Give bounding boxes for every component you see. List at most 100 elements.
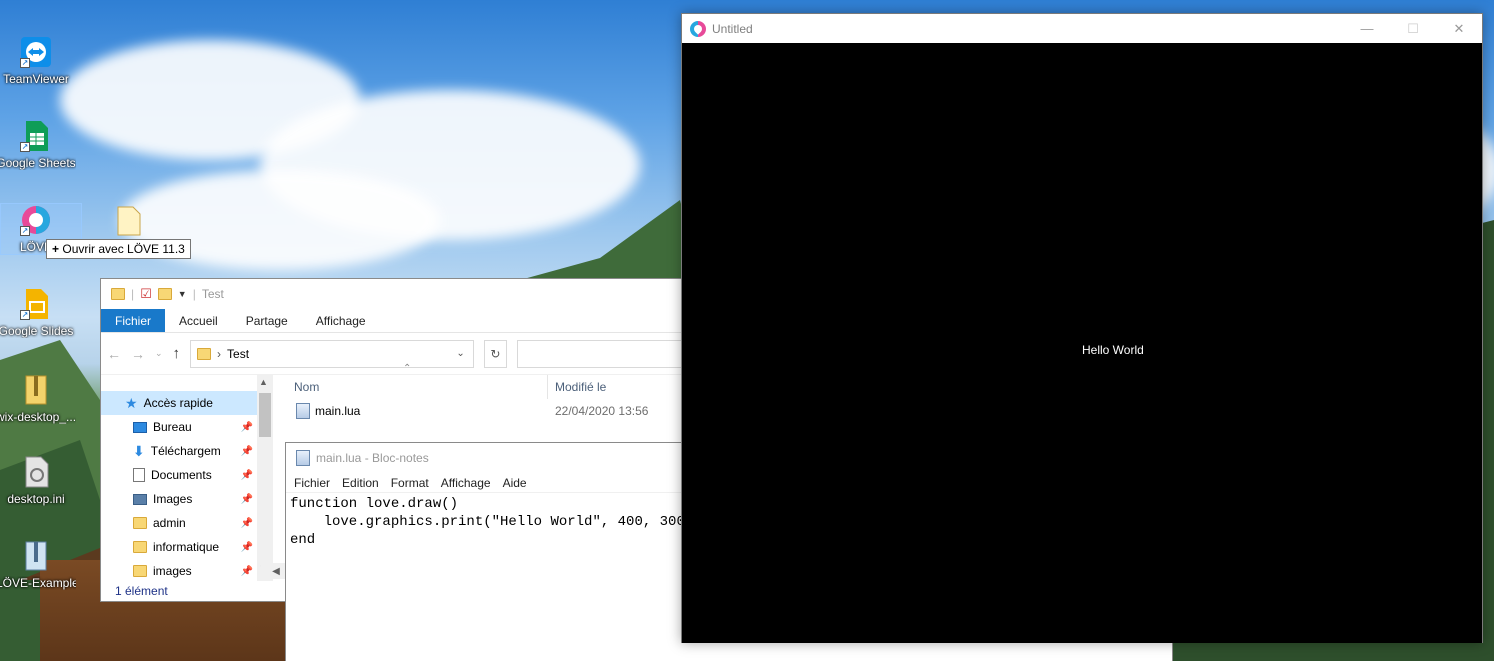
refresh-button[interactable]: ↻ — [483, 339, 508, 368]
nav-item-documents[interactable]: Documents 📌 — [101, 463, 257, 487]
ribbon-tabs: Fichier Accueil Partage Affichage — [101, 309, 689, 333]
desktop-icon — [133, 421, 147, 433]
menu-format[interactable]: Format — [385, 476, 435, 490]
address-dropdown-icon[interactable]: ⌄ — [456, 348, 464, 359]
nav-item-quick-access[interactable]: ★ Accès rapide — [101, 391, 257, 415]
nav-item-bureau[interactable]: Bureau 📌 — [101, 415, 257, 439]
desktop-icon-label: wix-desktop_... — [0, 410, 76, 424]
nav-item-images[interactable]: Images 📌 — [101, 487, 257, 511]
folder-icon — [133, 541, 147, 553]
love-titlebar[interactable]: Untitled — ☐ ✕ — [682, 14, 1482, 43]
hello-world-text: Hello World — [1082, 343, 1144, 357]
desktop-icon-wix-desktop[interactable]: wix-desktop_... — [0, 374, 76, 424]
drag-tooltip-text: Ouvrir avec LÖVE 11.3 — [62, 242, 185, 256]
sort-ascending-icon: ⌃ — [403, 363, 412, 374]
nav-item-label: Accès rapide — [143, 396, 213, 410]
nav-item-label: Bureau — [153, 420, 192, 434]
new-folder-icon[interactable] — [157, 288, 172, 300]
teamviewer-icon: ↗ — [20, 36, 52, 68]
tab-partage[interactable]: Partage — [232, 309, 302, 332]
pin-icon: 📌 — [240, 469, 253, 481]
column-header-name[interactable]: Nom — [294, 380, 319, 394]
titlebar-separator: | — [131, 287, 135, 301]
love-game-window[interactable]: Untitled — ☐ ✕ Hello World — [681, 13, 1483, 643]
explorer-titlebar[interactable]: | ☑ ▼ | Test — [101, 279, 689, 309]
back-arrow-icon[interactable]: ← — [107, 346, 121, 362]
status-bar-item-count: 1 élément — [115, 584, 168, 598]
nav-item-informatique[interactable]: informatique 📌 — [101, 535, 257, 559]
love-app-icon — [690, 20, 706, 37]
menu-edition[interactable]: Edition — [336, 476, 385, 490]
folder-icon — [111, 288, 125, 300]
nav-item-telechargements[interactable]: ⬇ Téléchargements 📌 — [101, 439, 257, 463]
minimize-icon: — — [1360, 21, 1374, 36]
pin-icon: 📌 — [240, 541, 253, 553]
desktop-icon-label: Google Slides — [0, 324, 74, 338]
desktop-icon-label: Google Sheets — [0, 156, 76, 170]
menu-affichage[interactable]: Affichage — [435, 476, 497, 490]
nav-item-label: informatique — [153, 540, 220, 554]
properties-icon[interactable]: ☑ — [140, 286, 152, 302]
minimize-button[interactable]: — — [1344, 14, 1390, 43]
download-arrow-icon: ⬇ — [133, 442, 145, 459]
love-canvas[interactable]: Hello World — [682, 43, 1482, 643]
love-window-title: Untitled — [712, 21, 753, 36]
refresh-icon: ↻ — [490, 346, 501, 361]
search-input[interactable] — [517, 339, 683, 368]
quick-access-dropdown-icon[interactable]: ▼ — [178, 289, 187, 299]
desktop-icon-label: TeamViewer — [3, 72, 69, 86]
nav-item-label: Téléchargements — [150, 444, 221, 458]
zip-archive-icon — [20, 540, 52, 572]
navigation-pane: ★ Accès rapide Bureau 📌 ⬇ Téléchargement… — [101, 375, 257, 581]
explorer-title: Test — [201, 287, 224, 301]
desktop-icon-label: LÖVE-Example... — [0, 576, 76, 590]
lua-file-icon — [296, 403, 310, 419]
column-headers: ⌃ Nom Modifié le — [273, 363, 689, 399]
scrollbar-thumb[interactable] — [259, 393, 271, 437]
desktop-icon-label: desktop.ini — [7, 492, 65, 506]
nav-item-label: Images — [153, 492, 193, 506]
column-header-modified[interactable]: Modifié le — [555, 380, 606, 394]
menu-aide[interactable]: Aide — [497, 476, 533, 490]
pictures-icon — [133, 493, 147, 505]
shortcut-arrow-icon: ↗ — [20, 142, 30, 152]
nav-item-admin[interactable]: admin 📌 — [101, 511, 257, 535]
forward-arrow-icon[interactable]: → — [131, 346, 145, 362]
desktop-icon-google-slides[interactable]: ↗ Google Slides — [0, 288, 76, 338]
address-text: Test — [227, 346, 250, 361]
column-divider[interactable] — [547, 375, 548, 399]
close-icon: ✕ — [1453, 20, 1465, 36]
up-arrow-icon[interactable]: ↑ — [173, 345, 181, 362]
tab-affichage[interactable]: Affichage — [302, 309, 380, 332]
desktop-icon-teamviewer[interactable]: ↗ TeamViewer — [0, 36, 76, 86]
star-icon: ★ — [125, 394, 138, 411]
nav-item-images-folder[interactable]: images 📌 — [101, 559, 257, 583]
address-bar-row: ← → ⌄ ↑ › Test ⌄ ↻ — [101, 333, 689, 375]
drag-tooltip: + Ouvrir avec LÖVE 11.3 — [46, 239, 191, 259]
settings-file-icon — [20, 456, 52, 488]
maximize-button[interactable]: ☐ — [1390, 14, 1436, 43]
folder-icon — [133, 565, 147, 577]
desktop-icon-desktop-ini[interactable]: desktop.ini — [0, 456, 76, 506]
pin-icon: 📌 — [240, 493, 253, 505]
shortcut-arrow-icon: ↗ — [20, 226, 30, 236]
desktop-icon-love-examples[interactable]: LÖVE-Example... — [0, 540, 76, 590]
nav-item-label: admin — [153, 516, 186, 530]
file-name: main.lua — [315, 404, 361, 418]
titlebar-separator: | — [192, 287, 196, 301]
address-bar[interactable]: › Test ⌄ — [190, 339, 474, 368]
file-row-main-lua[interactable]: main.lua 22/04/2020 13:56 — [273, 399, 689, 423]
tab-fichier[interactable]: Fichier — [101, 309, 166, 332]
file-modified-date: 22/04/2020 13:56 — [555, 404, 649, 418]
nav-item-label: images — [153, 564, 192, 578]
recent-locations-chevron-icon[interactable]: ⌄ — [155, 348, 163, 359]
desktop-icon-google-sheets[interactable]: ↗ Google Sheets — [0, 120, 76, 170]
scroll-up-icon[interactable]: ▲ — [259, 377, 268, 387]
menu-fichier[interactable]: Fichier — [288, 476, 336, 490]
pin-icon: 📌 — [240, 421, 253, 433]
plus-icon: + — [52, 242, 60, 256]
close-button[interactable]: ✕ — [1436, 14, 1482, 43]
navigation-scrollbar[interactable]: ▲ ▼ — [257, 375, 273, 581]
nav-item-label: Documents — [151, 468, 212, 482]
tab-accueil[interactable]: Accueil — [165, 309, 232, 332]
